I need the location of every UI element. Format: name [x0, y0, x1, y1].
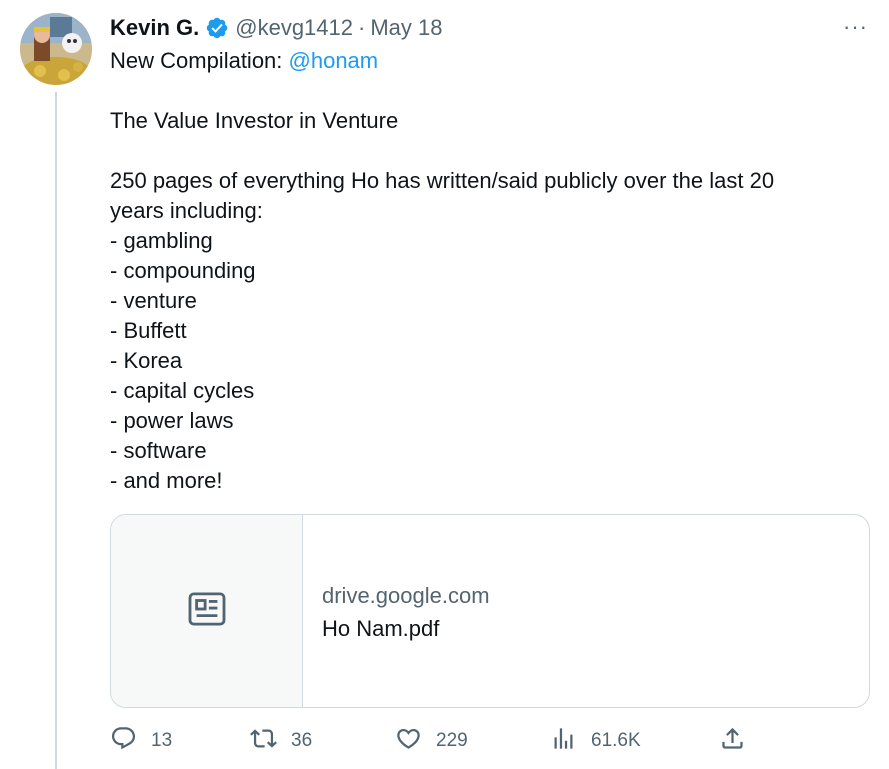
list-item: - Korea — [110, 348, 183, 373]
mention-link[interactable]: @honam — [289, 48, 379, 73]
tweet-line-1-text: New Compilation: — [110, 48, 289, 73]
retweet-count: 36 — [291, 730, 313, 751]
views-button[interactable]: 61.6K — [550, 724, 641, 758]
list-item: - Buffett — [110, 318, 187, 343]
share-icon — [719, 725, 746, 758]
action-bar: 13 36 229 61.6K — [110, 724, 760, 758]
thread-line — [55, 92, 57, 769]
header-separator: · — [358, 15, 366, 40]
list-item: - capital cycles — [110, 378, 255, 403]
retweet-icon — [250, 725, 277, 758]
like-count: 229 — [436, 730, 468, 751]
tweet-line-2: The Value Investor in Venture — [110, 108, 399, 133]
author-name[interactable]: Kevin G. — [110, 15, 199, 41]
tweet-header: Kevin G. @kevg1412 · May 18 — [110, 13, 442, 43]
card-body: drive.google.com Ho Nam.pdf — [303, 515, 490, 707]
card-domain: drive.google.com — [322, 583, 490, 608]
author-handle[interactable]: @kevg1412 — [235, 15, 353, 41]
like-button[interactable]: 229 — [395, 724, 468, 758]
avatar-image — [20, 13, 92, 85]
reply-icon — [110, 725, 137, 758]
tweet-line-1: New Compilation: @honam — [110, 46, 850, 76]
avatar[interactable] — [20, 13, 92, 85]
tweet-line-3: 250 pages of everything Ho has written/s… — [110, 168, 775, 193]
list-item: - software — [110, 438, 207, 463]
tweet-text: New Compilation: @honam The Value Invest… — [110, 46, 850, 496]
card-title: Ho Nam.pdf — [322, 616, 440, 641]
list-item: - power laws — [110, 408, 234, 433]
tweet-date[interactable]: May 18 — [370, 15, 442, 41]
heart-icon — [395, 725, 422, 758]
analytics-icon — [550, 725, 577, 758]
reply-count: 13 — [151, 730, 173, 751]
tweet-line-4: years including: — [110, 198, 263, 223]
list-item: - and more! — [110, 468, 223, 493]
verified-badge-icon — [205, 16, 229, 40]
document-icon — [188, 591, 226, 631]
list-item: - compounding — [110, 258, 256, 283]
list-item: - venture — [110, 288, 197, 313]
retweet-button[interactable]: 36 — [250, 724, 312, 758]
share-button[interactable] — [719, 724, 746, 758]
more-options-button[interactable]: ··· — [843, 14, 868, 40]
link-card[interactable]: drive.google.com Ho Nam.pdf — [110, 514, 870, 708]
reply-button[interactable]: 13 — [110, 724, 172, 758]
list-item: - gambling — [110, 228, 213, 253]
card-thumbnail — [111, 515, 303, 707]
views-count: 61.6K — [591, 730, 641, 751]
